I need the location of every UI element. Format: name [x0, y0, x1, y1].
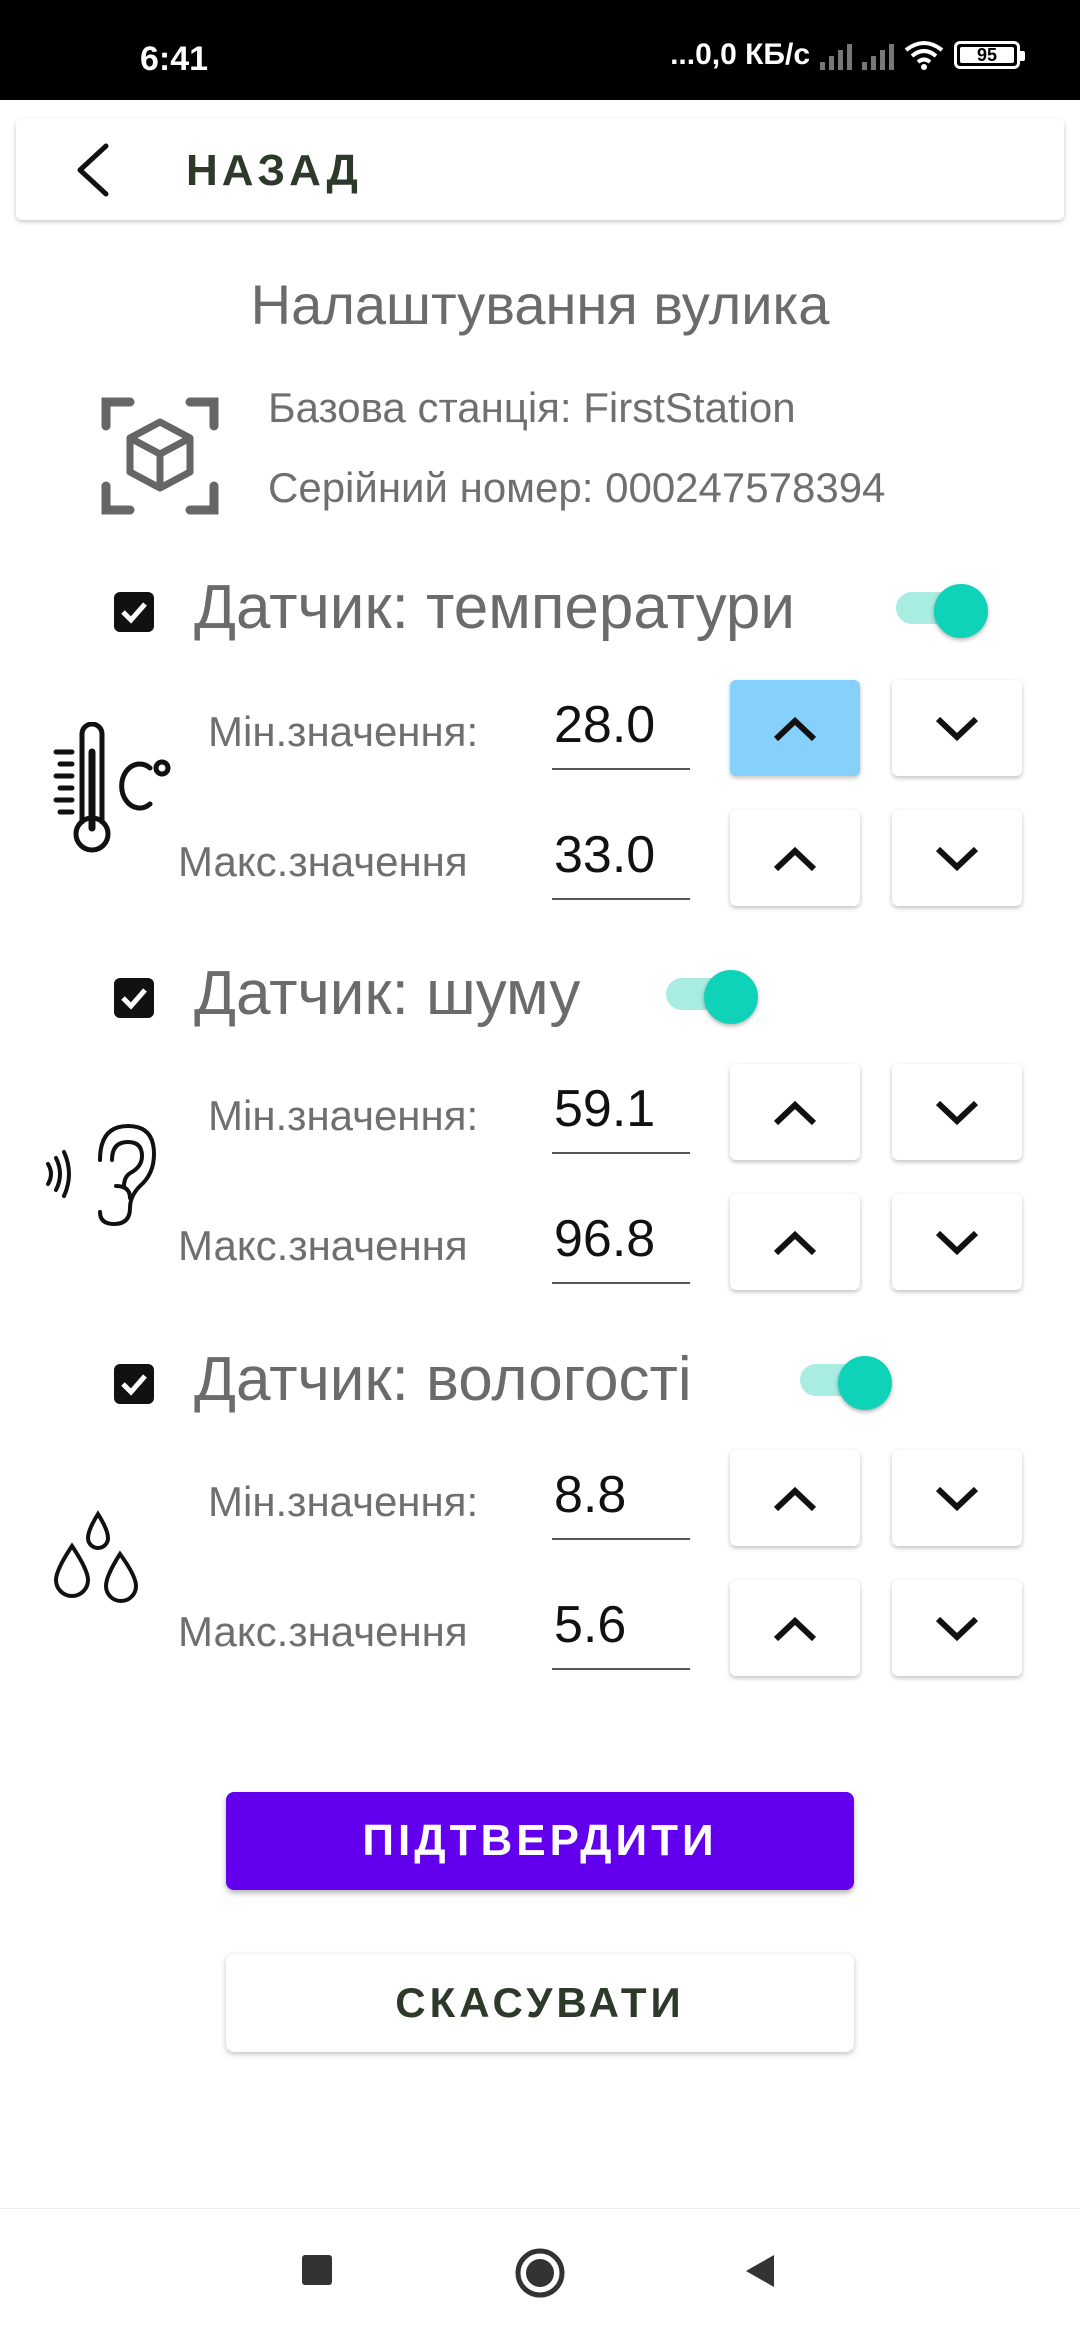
- sensor-humidity-max-input[interactable]: 5.6: [552, 1590, 690, 1670]
- chevron-down-icon: [935, 1616, 979, 1642]
- sensor-temperature-title: Датчик: температури: [194, 573, 795, 642]
- chevron-down-icon: [935, 1100, 979, 1126]
- battery-icon: 95: [954, 41, 1025, 69]
- status-bar: 6:41 ...0,0 КБ/с 95: [0, 0, 1080, 100]
- sensor-noise-min-input[interactable]: 59.1: [552, 1074, 690, 1154]
- wifi-icon: [904, 41, 944, 70]
- confirm-button[interactable]: ПІДТВЕРДИТИ: [226, 1792, 854, 1890]
- sensor-temperature-checkbox[interactable]: [114, 592, 154, 632]
- back-arrow-icon[interactable]: [64, 140, 124, 200]
- battery-level: 95: [976, 44, 998, 65]
- thermometer-celsius-icon: [53, 722, 171, 853]
- water-drops-icon: [53, 1510, 139, 1603]
- network-speed: ...0,0 КБ/с: [670, 38, 810, 71]
- serial-number-label: Серійний номер: 000247578394: [268, 464, 886, 511]
- back-button-label[interactable]: НАЗАД: [186, 146, 362, 196]
- sensor-humidity-max-label: Макс.значення: [178, 1608, 468, 1655]
- top-bar[interactable]: НАЗАД: [16, 118, 1064, 220]
- sensor-noise-row: Датчик: шуму: [114, 958, 874, 1038]
- sensor-humidity-checkbox[interactable]: [114, 1364, 154, 1404]
- chevron-down-icon: [935, 846, 979, 872]
- sensor-noise-max-label: Макс.значення: [178, 1222, 468, 1269]
- chevron-down-icon: [935, 1230, 979, 1256]
- chevron-down-icon: [935, 716, 979, 742]
- sensor-temperature-max-input[interactable]: 33.0: [552, 820, 690, 900]
- sensor-temperature-max-label: Макс.значення: [178, 838, 468, 885]
- signal-icon: [820, 40, 852, 70]
- sensor-humidity-title: Датчик: вологості: [194, 1345, 692, 1414]
- signal-icon: [862, 40, 894, 70]
- sensor-temperature-toggle[interactable]: [896, 584, 988, 638]
- sensor-temperature-row: Датчик: температури: [114, 572, 1014, 652]
- sensor-humidity-min-decrement-button[interactable]: [892, 1450, 1022, 1546]
- sensor-noise-min-decrement-button[interactable]: [892, 1064, 1022, 1160]
- sensor-humidity-min-increment-button[interactable]: [730, 1450, 860, 1546]
- chevron-up-icon: [773, 1616, 817, 1642]
- sensor-humidity-max-decrement-button[interactable]: [892, 1580, 1022, 1676]
- back-triangle-icon[interactable]: [740, 2251, 780, 2291]
- sensor-temperature-min-increment-button[interactable]: [730, 680, 860, 776]
- cancel-button[interactable]: СКАСУВАТИ: [226, 1954, 854, 2052]
- chevron-up-icon: [773, 1230, 817, 1256]
- sensor-noise-title: Датчик: шуму: [194, 959, 581, 1028]
- sensor-temperature-min-decrement-button[interactable]: [892, 680, 1022, 776]
- sensor-temperature-min-label: Мін.значення:: [208, 708, 479, 755]
- base-station-label: Базова станція: FirstStation: [268, 384, 796, 431]
- chevron-up-icon: [773, 846, 817, 872]
- page-title: Налаштування вулика: [250, 273, 830, 336]
- sensor-temperature-max-decrement-button[interactable]: [892, 810, 1022, 906]
- sensor-noise-max-input[interactable]: 96.8: [552, 1204, 690, 1284]
- sensor-noise-min-increment-button[interactable]: [730, 1064, 860, 1160]
- sensor-temperature-max-increment-button[interactable]: [730, 810, 860, 906]
- chevron-up-icon: [773, 1486, 817, 1512]
- ear-sound-icon: [46, 1123, 157, 1227]
- status-right: ...0,0 КБ/с 95: [670, 38, 1025, 72]
- status-time: 6:41: [140, 40, 209, 78]
- sensor-noise-max-increment-button[interactable]: [730, 1194, 860, 1290]
- sensor-temperature-min-input[interactable]: 28.0: [552, 690, 690, 770]
- sensor-humidity-toggle[interactable]: [800, 1356, 892, 1410]
- sensor-noise-min-label: Мін.значення:: [208, 1092, 479, 1139]
- sensor-humidity-min-input[interactable]: 8.8: [552, 1460, 690, 1540]
- hive-device-icon: [101, 397, 219, 515]
- chevron-up-icon: [773, 716, 817, 742]
- sensor-humidity-max-increment-button[interactable]: [730, 1580, 860, 1676]
- sensor-noise-toggle[interactable]: [666, 970, 758, 1024]
- chevron-up-icon: [773, 1100, 817, 1126]
- system-nav-bar: [0, 2208, 1080, 2340]
- sensor-noise-checkbox[interactable]: [114, 978, 154, 1018]
- sensor-humidity-min-label: Мін.значення:: [208, 1478, 479, 1525]
- recents-square-icon[interactable]: [300, 2253, 334, 2287]
- home-circle-icon[interactable]: [514, 2247, 566, 2299]
- sensor-noise-max-decrement-button[interactable]: [892, 1194, 1022, 1290]
- chevron-down-icon: [935, 1486, 979, 1512]
